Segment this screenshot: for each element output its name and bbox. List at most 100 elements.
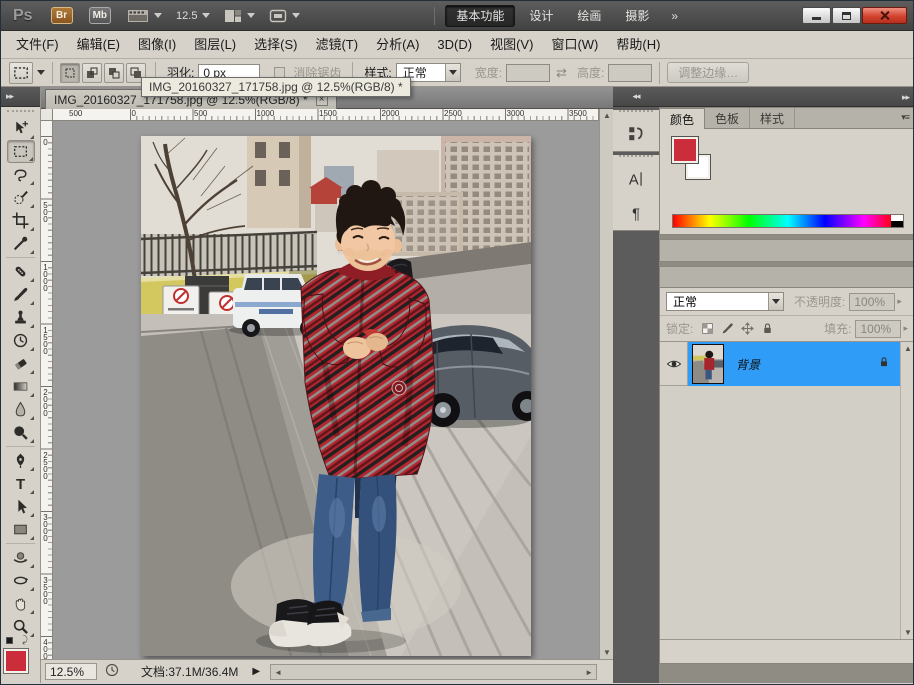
tool-dodge[interactable] [7, 421, 35, 444]
tool-pen[interactable] [7, 449, 35, 472]
tool-hand[interactable] [7, 592, 35, 615]
tool-gradient[interactable] [7, 375, 35, 398]
menu-item-7[interactable]: 3D(D) [428, 31, 481, 58]
launch-minibridge-button[interactable]: Mb [89, 7, 111, 24]
tool-quick-selection[interactable] [7, 186, 35, 209]
tool-type[interactable] [7, 472, 35, 495]
zoom-level-dropdown[interactable]: 12.5 [176, 10, 210, 22]
panel-icon-clone-source[interactable] [613, 117, 659, 151]
menu-item-5[interactable]: 滤镜(T) [306, 31, 367, 58]
tool-crop[interactable] [7, 209, 35, 232]
tool-clone-stamp[interactable] [7, 306, 35, 329]
scroll-up-icon[interactable]: ▲ [904, 344, 912, 353]
panel-icon-paragraph[interactable] [613, 196, 659, 230]
fill-spinner-icon[interactable]: ▸ [903, 323, 908, 334]
canvas[interactable] [53, 121, 599, 659]
fill-value[interactable]: 100% [855, 320, 901, 338]
workspace-overflow-chevron[interactable]: » [671, 9, 678, 23]
tool-path-selection[interactable] [7, 495, 35, 518]
tool-rectangle[interactable] [7, 518, 35, 541]
menu-item-8[interactable]: 视图(V) [481, 31, 542, 58]
tool-3d-rotate[interactable] [7, 546, 35, 569]
status-zoom-field[interactable]: 12.5% [45, 663, 97, 680]
scroll-down-icon[interactable]: ▼ [904, 628, 912, 637]
scroll-up-icon[interactable]: ▲ [603, 111, 611, 120]
layer-row-background[interactable]: 背景 [660, 342, 900, 386]
width-input[interactable] [506, 64, 550, 82]
tool-preset-picker[interactable] [9, 62, 45, 84]
horizontal-scrollbar[interactable]: ◄► [270, 664, 597, 680]
lock-transparency-icon[interactable] [701, 322, 714, 335]
menu-item-6[interactable]: 分析(A) [367, 31, 428, 58]
tool-spot-healing[interactable] [7, 260, 35, 283]
menu-item-0[interactable]: 文件(F) [7, 31, 68, 58]
workspace-button[interactable]: 摄影 [615, 6, 659, 26]
vertical-ruler[interactable]: 05001000150020002500300035004000 [41, 121, 53, 659]
layer-visibility-toggle[interactable] [660, 342, 688, 386]
foreground-color-swatch[interactable] [4, 649, 28, 673]
status-flyout-arrow[interactable]: ▶ [252, 666, 260, 677]
opacity-spinner-icon[interactable]: ▸ [897, 296, 902, 307]
workspace-button[interactable]: 设计 [519, 6, 563, 26]
layer-thumbnail[interactable] [692, 344, 724, 384]
panel-menu-icon[interactable]: ▾≡ [901, 112, 909, 123]
ruler-corner[interactable] [41, 109, 53, 121]
tool-eyedropper[interactable] [7, 232, 35, 255]
layer-name[interactable]: 背景 [736, 356, 760, 373]
tool-history-brush[interactable] [7, 329, 35, 352]
gradient-icon [12, 378, 29, 395]
tool-rectangular-marquee[interactable] [7, 140, 35, 163]
menu-item-10[interactable]: 帮助(H) [607, 31, 669, 58]
color-panel-tab[interactable]: 色板 [705, 108, 750, 128]
color-panel-tab[interactable]: 样式 [750, 108, 795, 128]
workspace-button[interactable]: 基本功能 [445, 5, 515, 27]
subtract-from-selection-button[interactable] [104, 63, 124, 83]
tool-move[interactable] [7, 117, 35, 140]
lock-position-icon[interactable] [741, 322, 754, 335]
lock-pixels-icon[interactable] [721, 322, 734, 335]
black-swatch[interactable] [891, 221, 903, 227]
workspace-button[interactable]: 绘画 [567, 6, 611, 26]
tool-lasso[interactable] [7, 163, 35, 186]
menu-item-3[interactable]: 图层(L) [185, 31, 245, 58]
dock-header[interactable]: ▸▸ [659, 87, 914, 107]
height-input[interactable] [608, 64, 652, 82]
color-spectrum-ramp[interactable] [672, 214, 904, 228]
minimize-button[interactable] [802, 7, 831, 24]
launch-bridge-button[interactable]: Br [51, 7, 73, 24]
opacity-value[interactable]: 100% [849, 293, 895, 311]
menu-item-2[interactable]: 图像(I) [129, 31, 185, 58]
blend-mode-dropdown[interactable]: 正常 [666, 292, 784, 311]
vertical-scrollbar[interactable]: ▲▼ [599, 109, 613, 659]
tool-blur[interactable] [7, 398, 35, 421]
scroll-down-icon[interactable]: ▼ [603, 648, 611, 657]
tool-brush[interactable] [7, 283, 35, 306]
swap-dimensions-icon[interactable]: ⇄ [556, 65, 567, 81]
screen-mode-button[interactable] [269, 9, 300, 23]
foreground-color-swatch[interactable] [672, 137, 698, 163]
horizontal-ruler[interactable]: 5000500100015002000250030003500 [41, 109, 599, 121]
view-extras-button[interactable] [127, 9, 162, 23]
default-colors-icon[interactable]: ⤸ [6, 637, 36, 649]
tool-3d-roll[interactable] [7, 569, 35, 592]
menu-item-4[interactable]: 选择(S) [245, 31, 306, 58]
new-selection-button[interactable] [60, 63, 80, 83]
close-button[interactable] [862, 7, 907, 24]
width-label: 宽度: [475, 64, 502, 81]
collapsed-dock-header[interactable]: ◂◂ [613, 87, 659, 107]
restore-button[interactable] [832, 7, 861, 24]
lock-all-icon[interactable] [761, 322, 774, 335]
layer-list-scrollbar[interactable]: ▲▼ [900, 342, 914, 639]
add-to-selection-button[interactable] [82, 63, 102, 83]
tool-zoom[interactable] [7, 615, 35, 638]
tools-panel-header[interactable]: ▸▸ [1, 87, 40, 107]
tool-eraser[interactable] [7, 352, 35, 375]
menu-item-9[interactable]: 窗口(W) [542, 31, 607, 58]
scroll-left-icon[interactable]: ◄ [274, 668, 282, 677]
scroll-right-icon[interactable]: ► [585, 668, 593, 677]
panel-icon-character[interactable] [613, 162, 659, 196]
refine-edge-button[interactable]: 调整边缘… [667, 62, 749, 83]
arrange-documents-button[interactable] [224, 9, 255, 23]
color-panel-tab[interactable]: 颜色 [660, 108, 705, 129]
menu-item-1[interactable]: 编辑(E) [68, 31, 129, 58]
